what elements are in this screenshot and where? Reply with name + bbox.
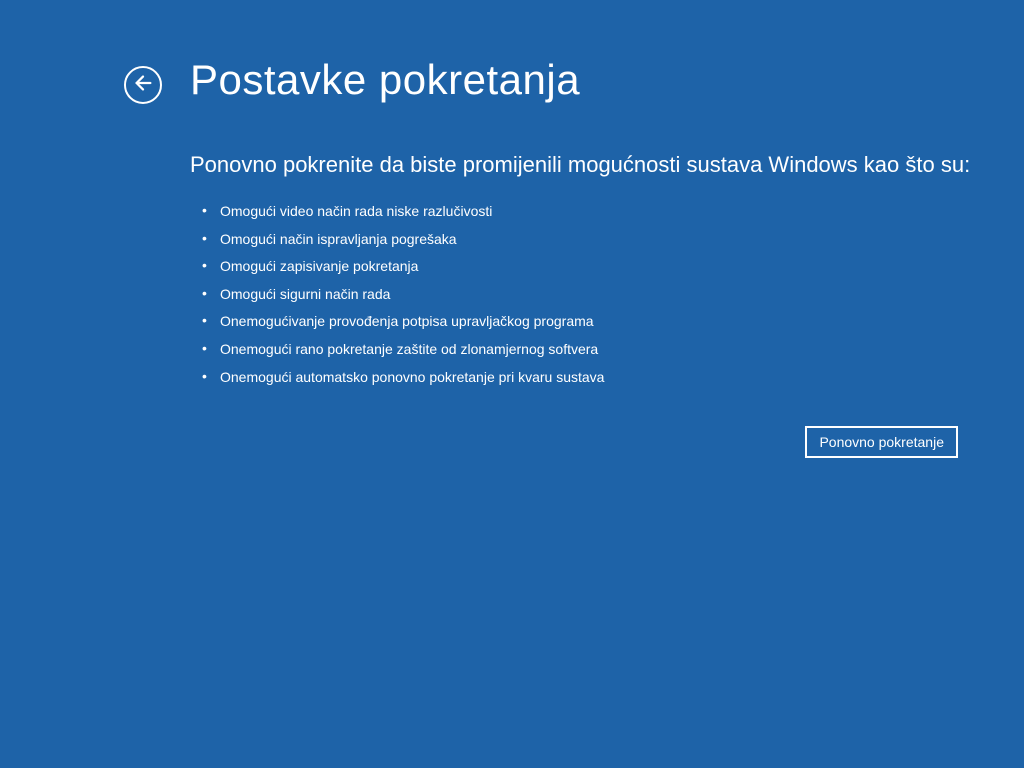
- list-item: Omogući zapisivanje pokretanja: [198, 253, 984, 281]
- list-item: Onemogući automatsko ponovno pokretanje …: [198, 364, 984, 392]
- back-button[interactable]: [124, 66, 162, 104]
- list-item: Onemogući rano pokretanje zaštite od zlo…: [198, 336, 984, 364]
- back-arrow-icon: [132, 72, 154, 99]
- subtitle: Ponovno pokrenite da biste promijenili m…: [190, 152, 984, 178]
- list-item: Omogući video način rada niske razlučivo…: [198, 198, 984, 226]
- startup-options-list: Omogući video način rada niske razlučivo…: [190, 198, 984, 391]
- list-item: Onemogućivanje provođenja potpisa upravl…: [198, 308, 984, 336]
- content-area: Postavke pokretanja Ponovno pokrenite da…: [190, 56, 984, 391]
- restart-button[interactable]: Ponovno pokretanje: [805, 426, 958, 458]
- page-title: Postavke pokretanja: [190, 56, 984, 104]
- list-item: Omogući sigurni način rada: [198, 281, 984, 309]
- list-item: Omogući način ispravljanja pogrešaka: [198, 226, 984, 254]
